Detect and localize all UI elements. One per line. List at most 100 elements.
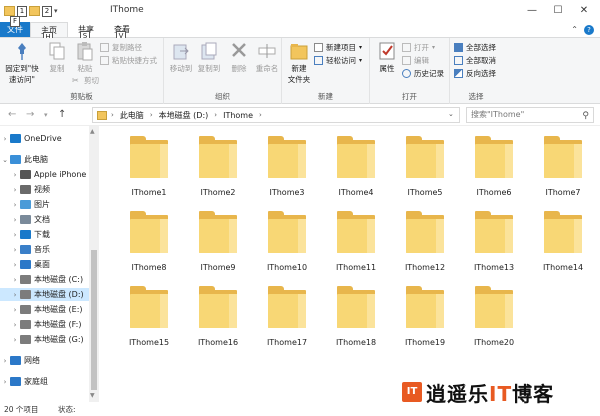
folder-icon[interactable] <box>4 6 15 16</box>
scroll-down-icon[interactable]: ▼ <box>90 392 95 399</box>
help-icon[interactable]: ? <box>584 25 594 35</box>
breadcrumb-ithome[interactable]: IThome <box>223 111 253 120</box>
expand-arrow-icon[interactable]: › <box>10 171 20 179</box>
folder-item[interactable]: IThome5 <box>392 136 458 197</box>
expand-arrow-icon[interactable]: › <box>0 378 10 386</box>
cut-button[interactable]: ✂ 剪切 <box>72 74 99 86</box>
tab-share[interactable]: 共享 S <box>68 22 104 42</box>
copy-button[interactable]: 复制 <box>42 41 72 74</box>
delete-button[interactable]: 删除 <box>224 41 254 74</box>
folder-item[interactable]: IThome6 <box>461 136 527 197</box>
folder-item[interactable]: IThome20 <box>461 286 527 347</box>
search-input[interactable]: 搜索"IThome" ⚲ <box>466 107 594 123</box>
copy-path-button[interactable]: 复制路径 <box>100 41 142 53</box>
address-dropdown-icon[interactable]: ⌄ <box>448 110 454 118</box>
expand-arrow-icon[interactable]: › <box>0 357 10 365</box>
copy-to-button[interactable]: 复制到 <box>194 41 224 74</box>
folder-item[interactable]: IThome17 <box>254 286 320 347</box>
close-button[interactable]: ✕ <box>572 2 596 18</box>
folder-item[interactable]: IThome11 <box>323 211 389 272</box>
folder-item[interactable]: IThome19 <box>392 286 458 347</box>
folder-item[interactable]: IThome10 <box>254 211 320 272</box>
folder-item[interactable]: IThome15 <box>116 286 182 347</box>
expand-arrow-icon[interactable]: › <box>10 231 20 239</box>
select-none-button[interactable]: 全部取消 <box>454 54 496 66</box>
folder-item[interactable]: IThome8 <box>116 211 182 272</box>
tab-view[interactable]: 查看 V <box>104 22 140 42</box>
folder-item[interactable]: IThome7 <box>530 136 596 197</box>
expand-arrow-icon[interactable]: › <box>10 306 20 314</box>
easy-access-button[interactable]: 轻松访问 ▾ <box>314 54 362 66</box>
expand-arrow-icon[interactable]: › <box>10 186 20 194</box>
folder-item[interactable]: IThome1 <box>116 136 182 197</box>
nav-item[interactable]: › 桌面 <box>0 258 90 271</box>
nav-item[interactable]: › 本地磁盘 (E:) <box>0 303 90 316</box>
nav-item[interactable]: › 本地磁盘 (D:) <box>0 288 90 301</box>
nav-item[interactable]: › 文档 <box>0 213 90 226</box>
address-bar[interactable]: › 此电脑 › 本地磁盘 (D:) › IThome › <box>92 107 460 123</box>
properties-button[interactable]: 属性 <box>372 41 402 74</box>
select-all-button[interactable]: 全部选择 <box>454 41 496 53</box>
collapse-ribbon-icon[interactable]: ⌃ <box>571 25 578 34</box>
open-button[interactable]: 打开 ▾ <box>402 41 435 53</box>
folder-item[interactable]: IThome9 <box>185 211 251 272</box>
new-item-button[interactable]: 新建项目 ▾ <box>314 41 362 53</box>
nav-item[interactable]: › OneDrive <box>0 132 90 145</box>
nav-item[interactable]: › 下载 <box>0 228 90 241</box>
expand-arrow-icon[interactable]: › <box>10 321 20 329</box>
edit-button[interactable]: 编辑 <box>402 54 429 66</box>
breadcrumb-drive-d[interactable]: 本地磁盘 (D:) <box>159 110 209 121</box>
new-folder-button[interactable]: 新建 文件夹 <box>284 41 314 85</box>
folder-item[interactable]: IThome14 <box>530 211 596 272</box>
folder-item[interactable]: IThome18 <box>323 286 389 347</box>
forward-arrow-icon[interactable]: → <box>26 109 34 120</box>
nav-item[interactable]: › 音乐 <box>0 243 90 256</box>
nav-item[interactable]: › 家庭组 <box>0 375 90 388</box>
expand-arrow-icon[interactable]: › <box>10 201 20 209</box>
folder-label: IThome3 <box>269 188 305 197</box>
nav-item[interactable]: › 图片 <box>0 198 90 211</box>
folder-item[interactable]: IThome4 <box>323 136 389 197</box>
rename-button[interactable]: 重命名 <box>252 41 282 74</box>
nav-item[interactable]: › 网络 <box>0 354 90 367</box>
folder-item[interactable]: IThome2 <box>185 136 251 197</box>
nav-item[interactable]: ⌄ 此电脑 <box>0 153 90 166</box>
tab-home[interactable]: 主页 H <box>30 22 68 43</box>
nav-item[interactable]: › 本地磁盘 (G:) <box>0 333 90 346</box>
breadcrumb-this-pc[interactable]: 此电脑 <box>120 110 144 121</box>
up-arrow-icon[interactable]: ↑ <box>58 109 66 120</box>
expand-arrow-icon[interactable]: › <box>0 135 10 143</box>
back-arrow-icon[interactable]: ← <box>8 109 16 120</box>
expand-arrow-icon[interactable]: › <box>10 276 20 284</box>
nav-item[interactable]: › 本地磁盘 (C:) <box>0 273 90 286</box>
recent-chevron-icon[interactable]: ▾ <box>44 111 48 119</box>
history-button[interactable]: 历史记录 <box>402 67 444 79</box>
tab-file[interactable]: 文件 F <box>0 16 30 37</box>
minimize-button[interactable]: — <box>520 2 544 18</box>
expand-arrow-icon[interactable]: › <box>10 261 20 269</box>
expand-arrow-icon[interactable]: › <box>10 216 20 224</box>
nav-item[interactable]: › 视频 <box>0 183 90 196</box>
nav-item[interactable]: › Apple iPhone <box>0 168 90 181</box>
scroll-thumb[interactable] <box>91 250 97 390</box>
nav-scrollbar[interactable]: ▲ ▼ <box>89 126 99 402</box>
paste-button[interactable]: 粘贴 <box>70 41 100 74</box>
expand-arrow-icon[interactable]: › <box>10 291 20 299</box>
maximize-button[interactable]: ☐ <box>546 2 570 18</box>
expand-arrow-icon[interactable]: › <box>10 246 20 254</box>
folder-item[interactable]: IThome12 <box>392 211 458 272</box>
nav-item[interactable]: › 本地磁盘 (F:) <box>0 318 90 331</box>
chevron-down-icon[interactable]: ▾ <box>54 7 58 15</box>
folder-item[interactable]: IThome13 <box>461 211 527 272</box>
new-folder-icon[interactable] <box>29 6 40 16</box>
folder-icon <box>268 136 306 178</box>
expand-arrow-icon[interactable]: ⌄ <box>0 156 10 164</box>
folder-item[interactable]: IThome16 <box>185 286 251 347</box>
scroll-up-icon[interactable]: ▲ <box>90 128 95 135</box>
invert-selection-button[interactable]: 反向选择 <box>454 67 496 79</box>
paste-shortcut-button[interactable]: 粘贴快捷方式 <box>100 54 157 66</box>
expand-arrow-icon[interactable]: › <box>10 336 20 344</box>
move-to-button[interactable]: 移动到 <box>166 41 196 74</box>
folder-item[interactable]: IThome3 <box>254 136 320 197</box>
pin-quick-access-button[interactable]: 固定到"快 速访问" <box>2 41 42 85</box>
